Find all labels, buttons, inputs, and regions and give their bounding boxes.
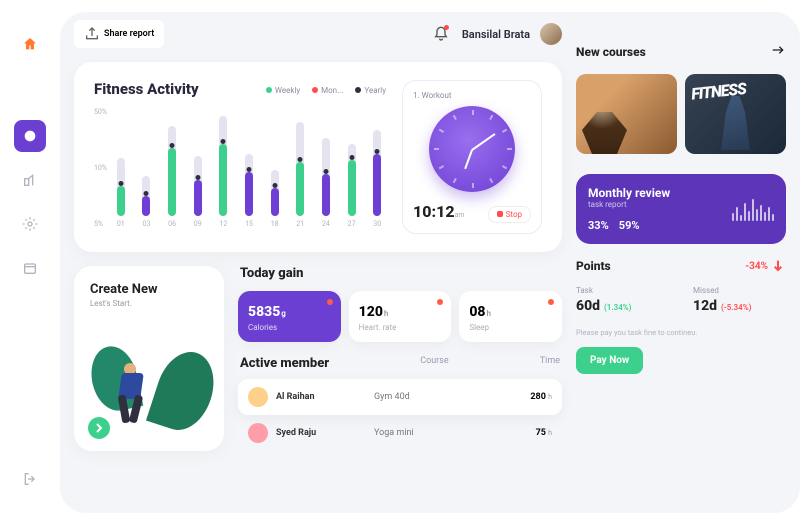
fitness-activity-card: Fitness Activity Weekly Mon... Yearly 50… — [74, 62, 562, 252]
member-row[interactable]: Syed Raju Yoga mini 75 h — [238, 415, 562, 451]
workout-clock — [429, 106, 515, 192]
chart-legend: Weekly Mon... Yearly — [266, 86, 386, 95]
calendar-icon[interactable] — [14, 252, 46, 284]
topbar: Share report Bansilal Brata — [74, 20, 562, 48]
dashboard-icon[interactable] — [14, 120, 46, 152]
right-panel: New courses FITNESS Monthly review task … — [576, 20, 786, 499]
fine-message: Please pay you task fine to contineu. — [576, 328, 786, 337]
stat-calories[interactable]: 5835g Calories — [238, 291, 341, 342]
logout-icon[interactable] — [14, 463, 46, 495]
stat-heart-rate[interactable]: 120h Heart. rate — [349, 291, 452, 342]
workout-time: 10:12 — [413, 202, 455, 221]
active-member-title: Active member — [240, 356, 329, 371]
courses-arrow-icon[interactable] — [770, 42, 786, 62]
review-sparkline — [732, 197, 774, 221]
fitness-chart: 50%10%5% 0103060912151821242730 — [94, 108, 386, 228]
activity-icon[interactable] — [14, 164, 46, 196]
workout-panel: 1. Workout 10:12am Stop — [402, 80, 542, 234]
points-missed: Missed 12d (-5.34%) — [693, 286, 786, 314]
create-go-button[interactable] — [88, 417, 110, 439]
workout-title: 1. Workout — [413, 91, 451, 100]
home-icon[interactable] — [14, 28, 46, 60]
new-courses-title: New courses — [576, 45, 646, 59]
today-title: Today gain — [240, 266, 560, 281]
share-report-button[interactable]: Share report — [74, 20, 164, 48]
create-title: Create New — [90, 282, 208, 297]
today-gain-panel: Today gain 5835g Calories 120h Heart. ra… — [238, 266, 562, 451]
settings-icon[interactable] — [14, 208, 46, 240]
course-card-fitness[interactable]: FITNESS — [685, 74, 786, 154]
user-avatar[interactable] — [540, 23, 562, 45]
member-avatar — [248, 387, 268, 407]
notification-bell-icon[interactable] — [430, 23, 452, 45]
monthly-review-card[interactable]: Monthly review task report 33%59% — [576, 174, 786, 244]
course-card-running[interactable] — [576, 74, 677, 154]
points-change: -34% — [745, 258, 786, 274]
pay-now-button[interactable]: Pay Now — [576, 347, 643, 374]
share-label: Share report — [104, 29, 154, 39]
stop-button[interactable]: Stop — [488, 206, 531, 223]
username: Bansilal Brata — [462, 28, 530, 41]
create-new-card[interactable]: Create New Lest's Start. — [74, 266, 224, 451]
member-row[interactable]: Al Raihan Gym 40d 280 h — [238, 379, 562, 415]
create-sub: Lest's Start. — [90, 299, 208, 308]
points-title: Points — [576, 259, 611, 273]
stat-sleep[interactable]: 08h Sleep — [459, 291, 562, 342]
review-card: Monthly review task report 33%59% Points… — [576, 174, 786, 374]
sidebar — [0, 0, 60, 525]
points-task: Task 60d (1.34%) — [576, 286, 669, 314]
member-avatar — [248, 423, 268, 443]
